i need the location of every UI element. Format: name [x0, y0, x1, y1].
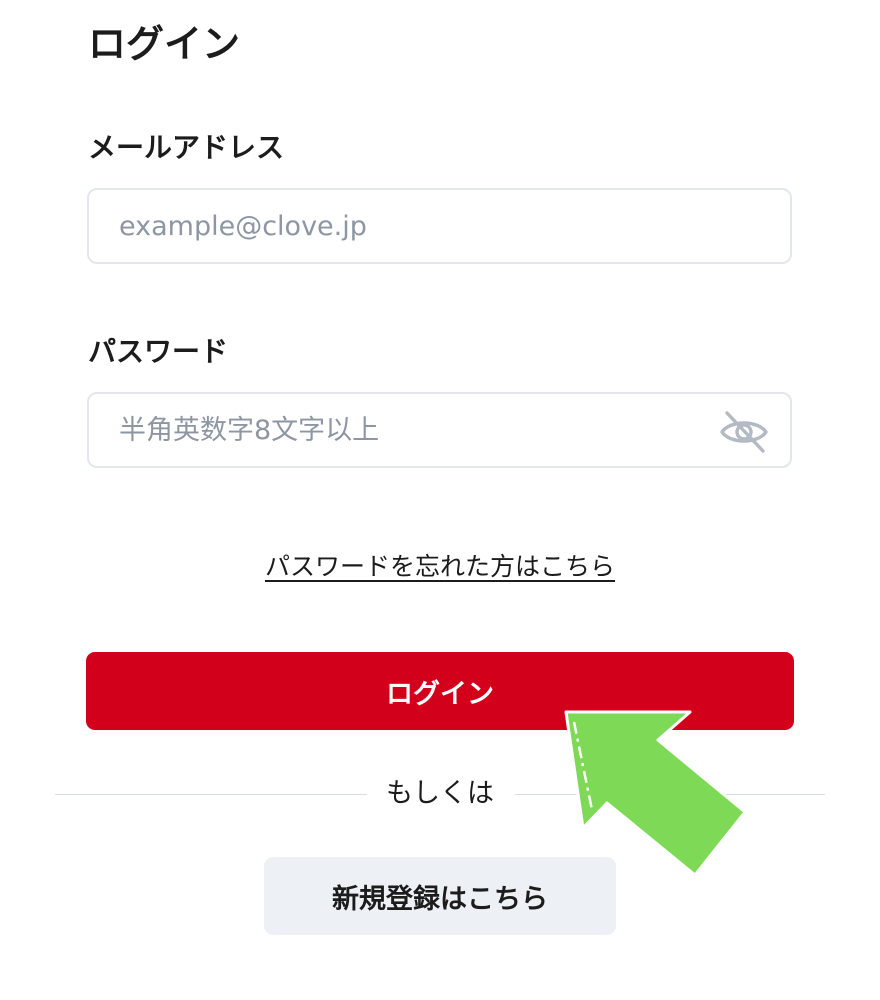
- email-field-box: [87, 188, 792, 264]
- email-label: メールアドレス: [88, 131, 285, 164]
- password-field-box: [87, 392, 792, 468]
- login-page: ログイン メールアドレス パスワード パスワードを忘れた方はこちら ログイン も…: [0, 0, 880, 1000]
- forgot-password-row: パスワードを忘れた方はこちら: [0, 550, 880, 584]
- page-title: ログイン: [88, 22, 241, 66]
- register-button[interactable]: 新規登録はこちら: [264, 857, 616, 935]
- password-input[interactable]: [119, 394, 719, 466]
- eye-slash-icon[interactable]: [718, 408, 770, 454]
- login-button[interactable]: ログイン: [86, 652, 794, 730]
- forgot-password-link[interactable]: パスワードを忘れた方はこちら: [265, 552, 615, 581]
- email-input[interactable]: [119, 190, 719, 262]
- password-label: パスワード: [88, 335, 229, 368]
- divider-text: もしくは: [386, 778, 494, 809]
